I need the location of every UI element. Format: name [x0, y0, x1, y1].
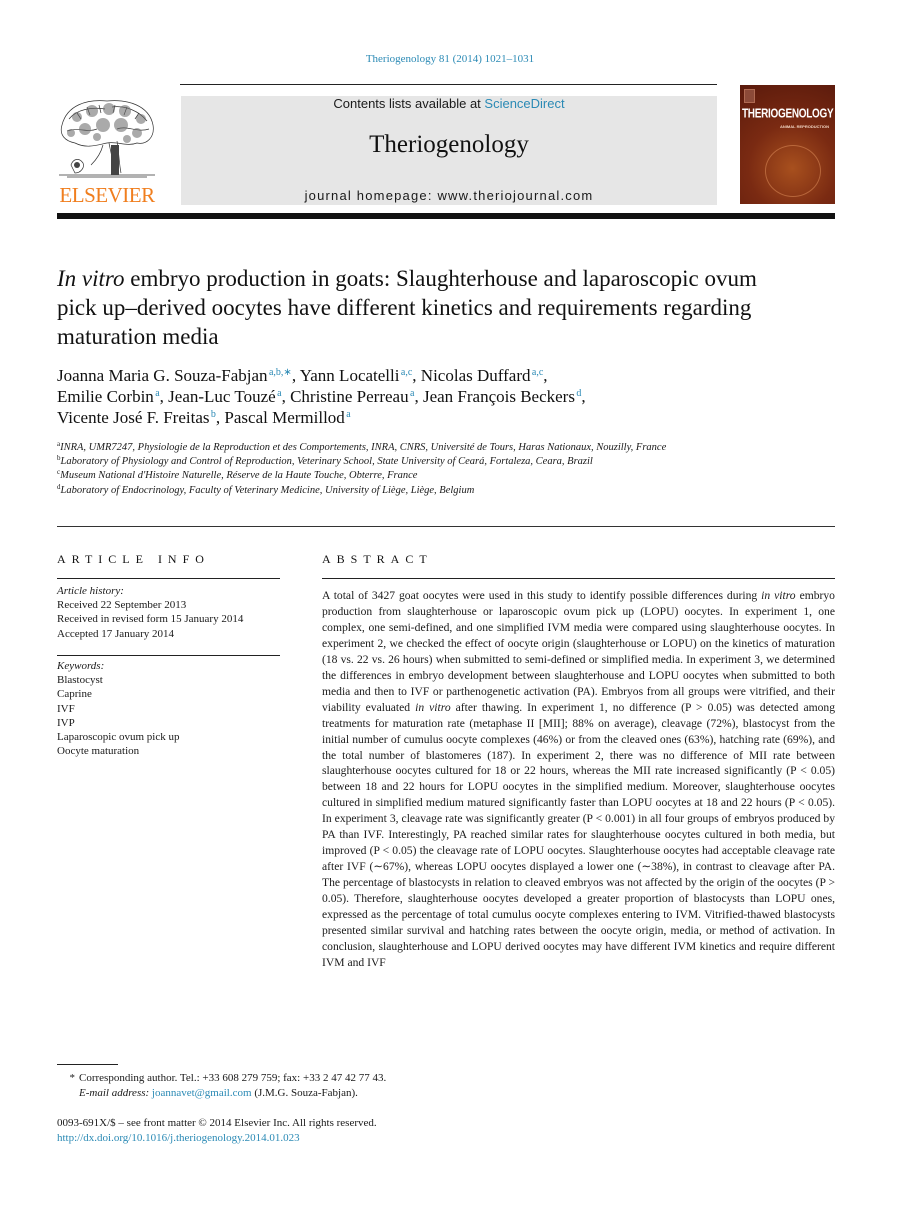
- affiliation-text: Museum National d'Histoire Naturelle, Ré…: [60, 470, 418, 482]
- cover-subtitle: ANIMAL REPRODUCTION: [780, 124, 830, 129]
- title-text: embryo production in goats: Slaughterhou…: [57, 266, 757, 349]
- corresponding-author-text: Corresponding author. Tel.: +33 608 279 …: [79, 1072, 387, 1084]
- abstract-body: A total of 3427 goat oocytes were used i…: [322, 588, 835, 971]
- keywords-rule: [57, 655, 280, 656]
- author[interactable]: Christine Perreau: [290, 387, 409, 406]
- article-history: Article history: Received 22 September 2…: [57, 584, 282, 641]
- affiliation-text: Laboratory of Endocrinology, Faculty of …: [60, 484, 475, 496]
- corresponding-author-footnote: * Corresponding author. Tel.: +33 608 279…: [57, 1071, 557, 1100]
- author-affil-link[interactable]: a,b,∗: [269, 367, 292, 378]
- journal-homepage-link[interactable]: journal homepage: www.theriojournal.com: [181, 188, 717, 203]
- keyword-item: Oocyte maturation: [57, 745, 140, 758]
- author[interactable]: Emilie Corbin: [57, 387, 154, 406]
- author-separator: ,: [412, 366, 421, 385]
- elsevier-tree-icon: [59, 100, 155, 178]
- cover-title: THERIOGENOLOGY: [742, 107, 834, 122]
- elsevier-logo[interactable]: ELSEVIER: [57, 95, 157, 207]
- doi-link[interactable]: http://dx.doi.org/10.1016/j.theriogenolo…: [57, 1132, 300, 1144]
- author[interactable]: Jean-Luc Touzé: [168, 387, 276, 406]
- keywords-block: Keywords: Blastocyst Caprine IVF IVP Lap…: [57, 659, 282, 758]
- author[interactable]: Joanna Maria G. Souza-Fabjan: [57, 366, 268, 385]
- author-affil-link[interactable]: a: [346, 409, 350, 420]
- author-separator: ,: [581, 387, 586, 406]
- journal-citation-link[interactable]: Theriogenology 81 (2014) 1021–1031: [0, 53, 900, 65]
- author-separator: ,: [414, 387, 423, 406]
- history-item: Received 22 September 2013: [57, 599, 187, 612]
- title-italic: In vitro: [57, 266, 125, 291]
- abstract-text: embryo production from slaughterhouse or…: [322, 589, 835, 714]
- author-separator: ,: [543, 366, 548, 385]
- cover-oocyte-graphic: [765, 145, 821, 197]
- header-rule-top: [180, 84, 717, 85]
- abstract-text: A total of 3427 goat oocytes were used i…: [322, 589, 762, 602]
- abstract-text: after thawing. In experiment 1, no diffe…: [322, 700, 836, 969]
- author[interactable]: Yann Locatelli: [300, 366, 400, 385]
- email-owner: (J.M.G. Souza-Fabjan).: [251, 1086, 358, 1099]
- keyword-item: IVF: [57, 702, 75, 715]
- affiliation-item: bLaboratory of Physiology and Control of…: [57, 455, 757, 469]
- copyright-text: 0093-691X/$ – see front matter © 2014 El…: [57, 1117, 377, 1129]
- author-affil-link[interactable]: a,c: [532, 367, 543, 378]
- footnote-rule: [57, 1064, 118, 1065]
- elsevier-wordmark: ELSEVIER: [59, 183, 155, 207]
- contents-prefix: Contents lists available at: [333, 96, 485, 111]
- journal-name: Theriogenology: [369, 131, 529, 158]
- keywords-label: Keywords:: [57, 660, 105, 672]
- affiliation-item: cMuseum National d'Histoire Naturelle, R…: [57, 469, 757, 483]
- abstract-italic: in vitro: [415, 700, 451, 714]
- affiliation-item: dLaboratory of Endocrinology, Faculty of…: [57, 483, 757, 498]
- author[interactable]: Pascal Mermillod: [224, 408, 344, 427]
- author[interactable]: Jean François Beckers: [423, 387, 575, 406]
- author[interactable]: Nicolas Duffard: [421, 366, 531, 385]
- author-separator: ,: [281, 387, 291, 406]
- author-separator: ,: [159, 387, 169, 406]
- article-info-heading: ARTICLE INFO: [57, 552, 210, 566]
- history-item: Accepted 17 January 2014: [57, 627, 174, 640]
- article-title: In vitro embryo production in goats: Sla…: [57, 264, 757, 351]
- cover-publisher-badge: [744, 89, 755, 103]
- keyword-item: Laparoscopic ovum pick up: [57, 731, 180, 744]
- affiliation-list: aINRA, UMR7247, Physiologie de la Reprod…: [57, 441, 757, 498]
- affiliation-item: aINRA, UMR7247, Physiologie de la Reprod…: [57, 441, 757, 455]
- copyright-block: 0093-691X/$ – see front matter © 2014 El…: [57, 1116, 657, 1145]
- affiliation-text: Laboratory of Physiology and Control of …: [60, 456, 593, 468]
- author[interactable]: Vicente José F. Freitas: [57, 408, 209, 427]
- abstract-rule: [322, 578, 835, 579]
- article-info-rule: [57, 578, 280, 579]
- header-rule-thick: [57, 213, 835, 219]
- abstract-italic: in vitro: [761, 589, 796, 602]
- abstract-heading: ABSTRACT: [322, 552, 433, 566]
- email-link[interactable]: joannavet@gmail.com: [152, 1087, 252, 1099]
- sciencedirect-link[interactable]: ScienceDirect: [484, 96, 564, 111]
- affiliation-text: INRA, UMR7247, Physiologie de la Reprodu…: [60, 442, 667, 453]
- journal-cover-image[interactable]: THERIOGENOLOGY ANIMAL REPRODUCTION: [740, 85, 835, 204]
- email-label: E-mail address:: [79, 1086, 150, 1099]
- keyword-item: Caprine: [57, 688, 92, 701]
- author-affil-link[interactable]: a,c: [401, 367, 412, 378]
- section-divider: [57, 526, 835, 527]
- author-list: Joanna Maria G. Souza-Fabjan a,b,∗, Yann…: [57, 365, 777, 428]
- keyword-item: IVP: [57, 716, 75, 729]
- history-label: Article history:: [57, 585, 124, 597]
- footnote-star: *: [69, 1072, 76, 1084]
- keyword-item: Blastocyst: [57, 674, 103, 687]
- history-item: Received in revised form 15 January 2014: [57, 613, 244, 626]
- author-separator: ,: [291, 366, 300, 385]
- journal-masthead: Contents lists available at ScienceDirec…: [181, 96, 717, 205]
- contents-availability: Contents lists available at ScienceDirec…: [181, 96, 717, 111]
